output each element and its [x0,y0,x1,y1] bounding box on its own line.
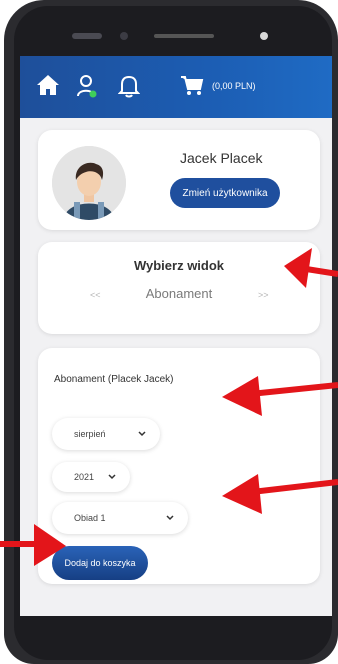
avatar [52,146,126,220]
earpiece [154,34,214,38]
bell-icon[interactable] [117,74,141,103]
month-select[interactable]: sierpień [52,418,160,450]
view-selector-title: Wybierz widok [133,258,225,273]
view-selector-card: Wybierz widok << Abonament >> [38,242,320,334]
meal-select[interactable]: Obiad 1 [52,502,188,534]
chevron-down-icon [138,430,146,439]
view-next-button[interactable]: >> [258,290,269,300]
year-select[interactable]: 2021 [52,462,130,492]
chevron-down-icon [166,514,174,523]
change-user-button[interactable]: Zmień użytkownika [170,178,280,208]
subscription-card: Abonament (Placek Jacek) sierpień 2021 O… [38,348,320,584]
meal-select-value: Obiad 1 [74,513,106,523]
sensor [120,32,128,40]
speaker [72,33,102,39]
front-camera [260,32,268,40]
home-icon[interactable] [36,74,60,101]
add-to-cart-button[interactable]: Dodaj do koszyka [52,546,148,580]
year-select-value: 2021 [74,472,95,482]
month-select-value: sierpień [74,429,106,439]
profile-card: Jacek Placek Zmień użytkownika [38,130,320,230]
cart-total[interactable]: (0,00 PLN) [212,81,256,91]
user-icon[interactable] [76,74,98,103]
cart-icon[interactable] [180,74,204,101]
chevron-down-icon [108,473,116,482]
user-name: Jacek Placek [180,150,263,166]
subscription-title: Abonament (Placek Jacek) [54,374,174,385]
view-current-label: Abonament [145,286,213,301]
top-navigation-bar: (0,00 PLN) [20,56,332,118]
app-screen: (0,00 PLN) Jacek Placek Zmień użytkownik… [20,56,332,616]
